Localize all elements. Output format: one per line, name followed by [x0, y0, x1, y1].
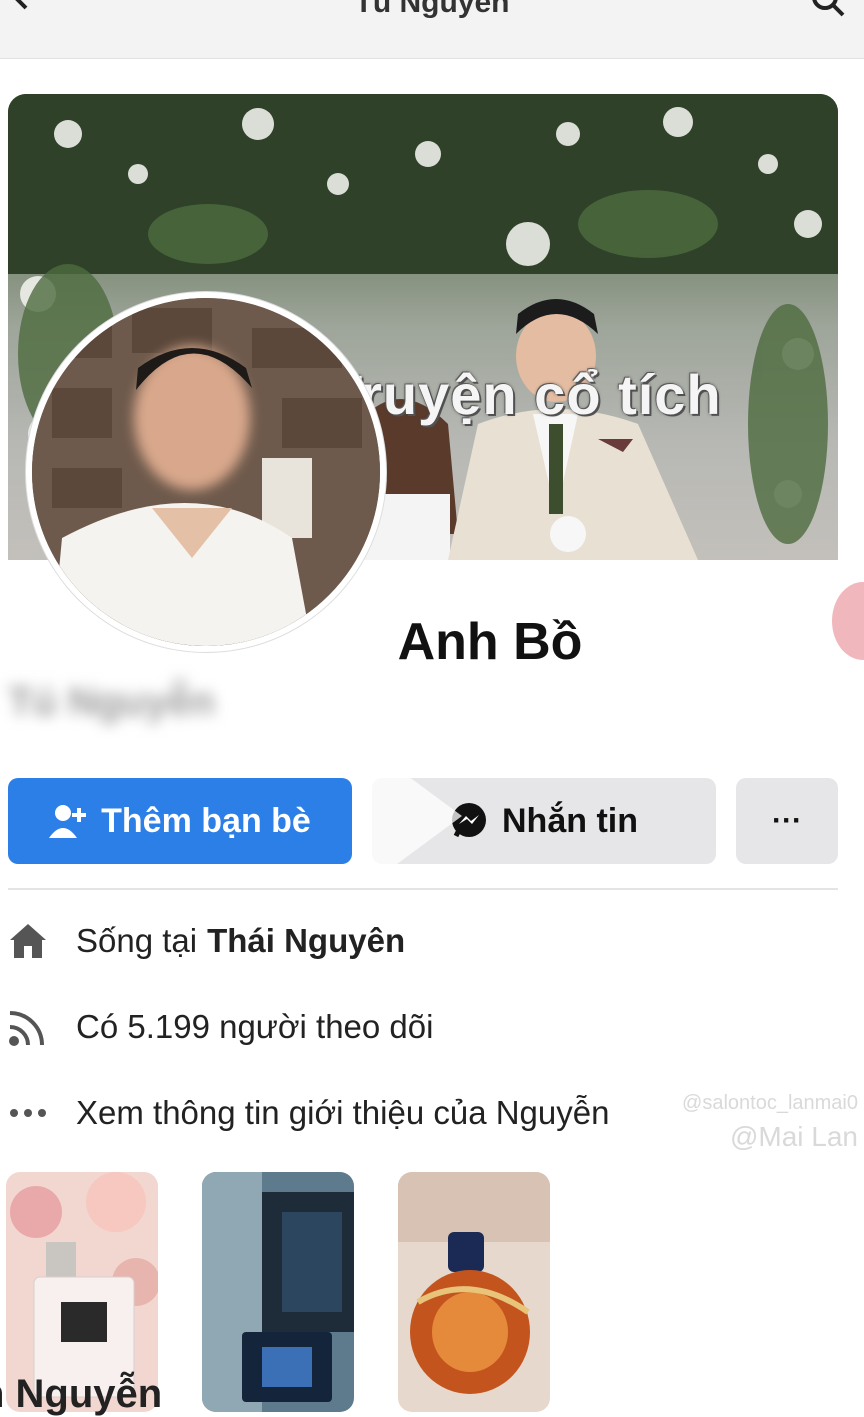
cover-caption: Truyện cổ tích: [328, 363, 722, 426]
home-icon: [6, 919, 50, 963]
followers-text[interactable]: Có 5.199 người theo dõi: [76, 1008, 433, 1046]
divider: [8, 888, 838, 890]
search-icon[interactable]: [810, 0, 846, 18]
location-prefix: Sống tại: [76, 922, 198, 959]
bottom-partial-name: n Nguyễn: [0, 1372, 163, 1416]
perfume-image: [398, 1172, 550, 1412]
profile-name: Anh Bồ: [397, 613, 583, 671]
top-bar: Tú Nguyên: [0, 0, 864, 59]
video-play-icon[interactable]: [370, 748, 462, 884]
watermark-user: @Mai Lan: [729, 1121, 858, 1152]
add-friend-label: Thêm bạn bè: [101, 801, 311, 840]
perfume-image: [202, 1172, 354, 1412]
featured-photo-3[interactable]: [398, 1172, 550, 1412]
about-link[interactable]: Xem thông tin giới thiệu của Nguyễn: [76, 1094, 609, 1132]
followers-icon: [6, 1005, 50, 1049]
add-friend-button[interactable]: Thêm bạn bè: [8, 778, 352, 864]
watermark-handle: @salontoc_lanmai0: [682, 1092, 858, 1114]
add-friend-icon: [49, 805, 87, 838]
profile-avatar[interactable]: [26, 292, 386, 652]
info-row-about[interactable]: Xem thông tin giới thiệu của Nguyễn: [0, 1088, 609, 1138]
more-dots-icon: [6, 1091, 50, 1135]
location-city[interactable]: Thái Nguyên: [207, 922, 405, 960]
page-title: Tú Nguyên: [354, 0, 510, 19]
info-row-followers: Có 5.199 người theo dõi: [0, 1002, 433, 1052]
message-label: Nhắn tin: [502, 801, 638, 840]
info-row-location: Sống tại Thái Nguyên: [0, 916, 405, 966]
tiktok-watermark: @salontoc_lanmai0 @Mai Lan: [682, 1092, 858, 1153]
avatar-image: [32, 298, 380, 646]
more-options-button[interactable]: ···: [736, 778, 838, 864]
featured-photo-2[interactable]: [202, 1172, 354, 1412]
more-dots-icon: ···: [772, 804, 802, 837]
blurred-secondary-name: Tú Nguyễn: [8, 680, 215, 724]
